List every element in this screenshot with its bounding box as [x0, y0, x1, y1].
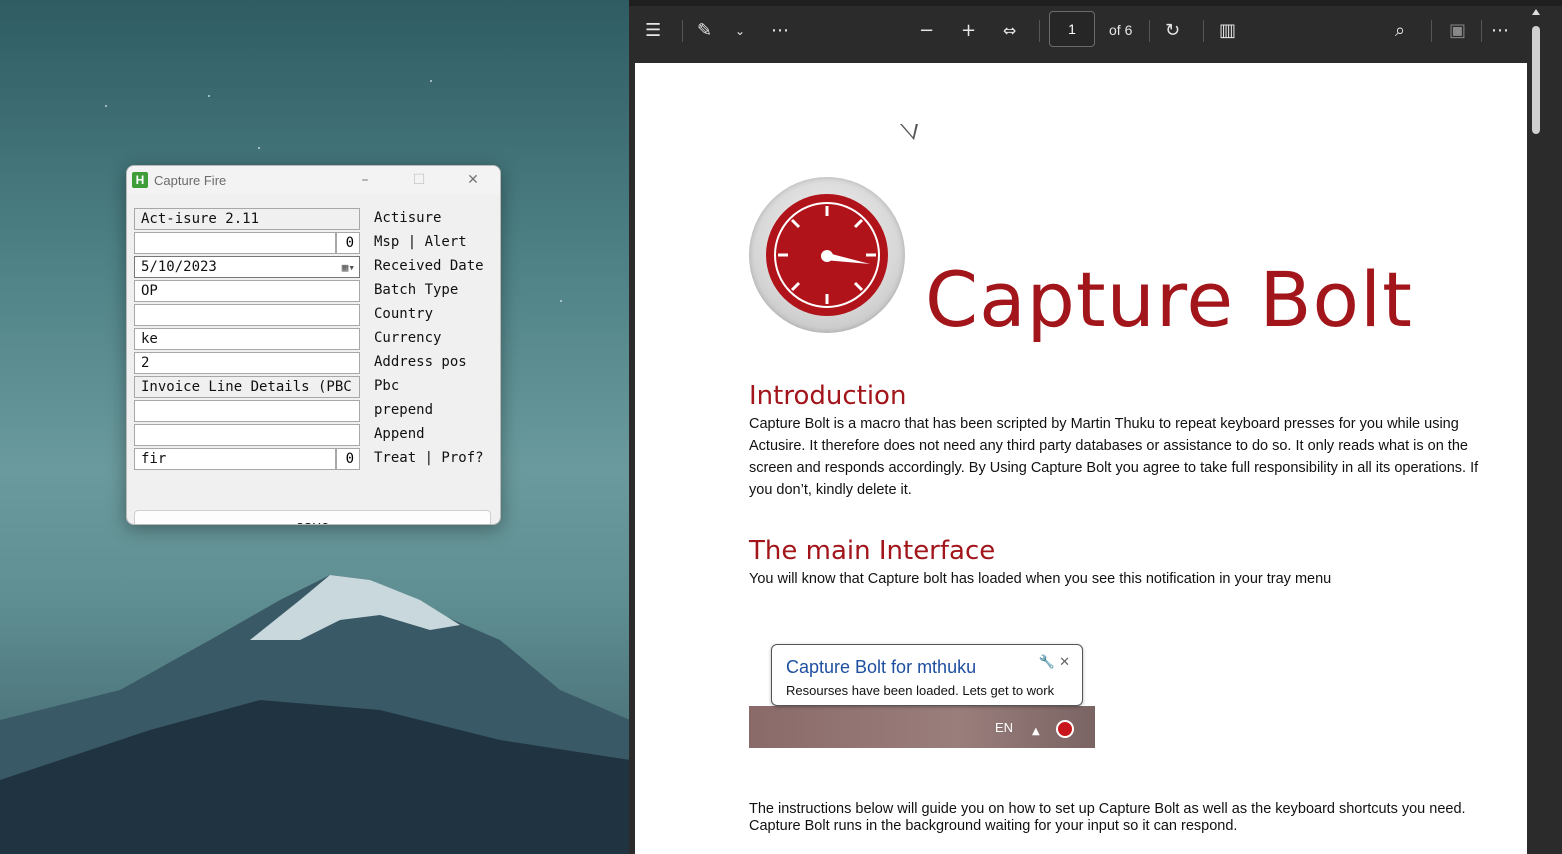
toolbar-divider [1203, 20, 1204, 42]
toolbar-divider [1431, 20, 1432, 42]
logo-dial [766, 194, 888, 316]
batch-type-field[interactable]: OP [134, 280, 360, 302]
toolbar-divider [1481, 20, 1482, 42]
document-title: Capture Bolt [925, 255, 1413, 344]
currency-field[interactable]: ke [134, 328, 360, 350]
pbc-field[interactable]: Invoice Line Details (PBC [134, 376, 360, 398]
highlight-icon[interactable]: ✎ [697, 20, 712, 42]
page-view-icon[interactable]: ▥ [1219, 20, 1236, 42]
save-icon[interactable]: ▣ [1449, 20, 1466, 42]
alert-field[interactable]: 0 [336, 232, 360, 254]
tray-arrow-icon: ▲ [1032, 726, 1040, 737]
msp-field[interactable] [134, 232, 336, 254]
save-button[interactable]: save [134, 510, 491, 524]
rotate-icon[interactable]: ↻ [1165, 20, 1180, 42]
prof-field[interactable]: 0 [336, 448, 360, 470]
more-icon[interactable]: ⋯ [1491, 20, 1509, 42]
address-pos-label: Address pos [374, 354, 467, 370]
close-icon: ✕ [1059, 655, 1070, 670]
capture-bolt-tray-icon [1056, 720, 1074, 738]
currency-label: Currency [374, 330, 442, 346]
page-number-input[interactable]: 1 [1049, 11, 1095, 47]
notification-title: Capture Bolt for mthuku [786, 657, 977, 677]
app-icon: H [132, 172, 148, 188]
balloon-tail-fill [901, 123, 916, 137]
batch-type-label: Batch Type [374, 282, 459, 298]
contents-icon[interactable]: ☰ [645, 20, 661, 42]
notification-message: Resourses have been loaded. Lets get to … [786, 683, 1055, 698]
actisure-label: Actisure [374, 210, 442, 226]
notification-actions: 🔧 ✕ [1039, 655, 1070, 670]
gauge-icon [774, 202, 880, 308]
received-date-value: 5/10/2023 [141, 259, 217, 275]
msp-alert-label: Msp | Alert [374, 234, 467, 250]
capture-fire-window: H Capture Fire – ☐ ✕ Act-isure 2.11 Acti… [126, 165, 501, 525]
intro-heading: Introduction [749, 381, 907, 411]
fit-width-icon[interactable]: ⇔ [1003, 20, 1016, 42]
search-icon[interactable]: ⌕ [1395, 20, 1405, 42]
scroll-up-icon[interactable] [1532, 9, 1540, 15]
chevron-down-icon[interactable]: ⌄ [735, 20, 745, 42]
toolbar-divider [1039, 20, 1040, 42]
pbc-label: Pbc [374, 378, 400, 394]
treat-prof-label: Treat | Prof? [374, 450, 484, 466]
instructions-paragraph: The instructions below will guide you on… [749, 801, 1466, 834]
capture-bolt-logo [749, 177, 905, 333]
prepend-field[interactable] [134, 400, 360, 422]
wrench-icon: 🔧 [1038, 655, 1055, 670]
main-interface-heading: The main Interface [749, 536, 996, 566]
intro-paragraph: Capture Bolt is a macro that has been sc… [749, 416, 1479, 498]
address-pos-field[interactable]: 2 [134, 352, 360, 374]
append-field[interactable] [134, 424, 360, 446]
minimize-button[interactable]: – [338, 166, 392, 194]
calendar-dropdown-icon[interactable]: ▦▾ [342, 261, 355, 274]
received-date-picker[interactable]: 5/10/2023 ▦▾ [134, 256, 360, 278]
actisure-version-field[interactable]: Act-isure 2.11 [134, 208, 360, 230]
page-count: of 6 [1109, 22, 1133, 38]
zoom-out-icon[interactable]: − [919, 20, 934, 42]
zoom-in-icon[interactable]: + [961, 20, 976, 42]
pdf-page: Capture Bolt Introduction Capture Bolt i… [635, 63, 1527, 854]
scrollbar[interactable] [1529, 6, 1543, 854]
main-interface-paragraph: You will know that Capture bolt has load… [749, 571, 1332, 587]
taskbar-screenshot: EN ▲ [749, 706, 1095, 748]
window-title: Capture Fire [154, 172, 227, 188]
more-icon[interactable]: ⋯ [771, 20, 789, 42]
close-button[interactable]: ✕ [446, 166, 500, 194]
toolbar-divider [682, 20, 683, 42]
country-field[interactable] [134, 304, 360, 326]
pdf-viewer: ☰ ✎ ⌄ ⋯ − + ⇔ 1 of 6 ↻ ▥ ⌕ ▣ ⋯ Capture B… [629, 0, 1562, 854]
notification-balloon: Capture Bolt for mthuku Resourses have b… [771, 644, 1083, 706]
tray-language: EN [995, 720, 1014, 735]
received-date-label: Received Date [374, 258, 484, 274]
maximize-button[interactable]: ☐ [392, 166, 446, 194]
treat-field[interactable]: fir [134, 448, 336, 470]
country-label: Country [374, 306, 434, 322]
pdf-toolbar: ☰ ✎ ⌄ ⋯ − + ⇔ 1 of 6 ↻ ▥ ⌕ ▣ ⋯ [629, 6, 1529, 56]
prepend-label: prepend [374, 402, 434, 418]
title-bar: H Capture Fire – ☐ ✕ [127, 166, 500, 194]
append-label: Append [374, 426, 425, 442]
scroll-thumb[interactable] [1532, 26, 1540, 134]
toolbar-divider [1149, 20, 1150, 42]
